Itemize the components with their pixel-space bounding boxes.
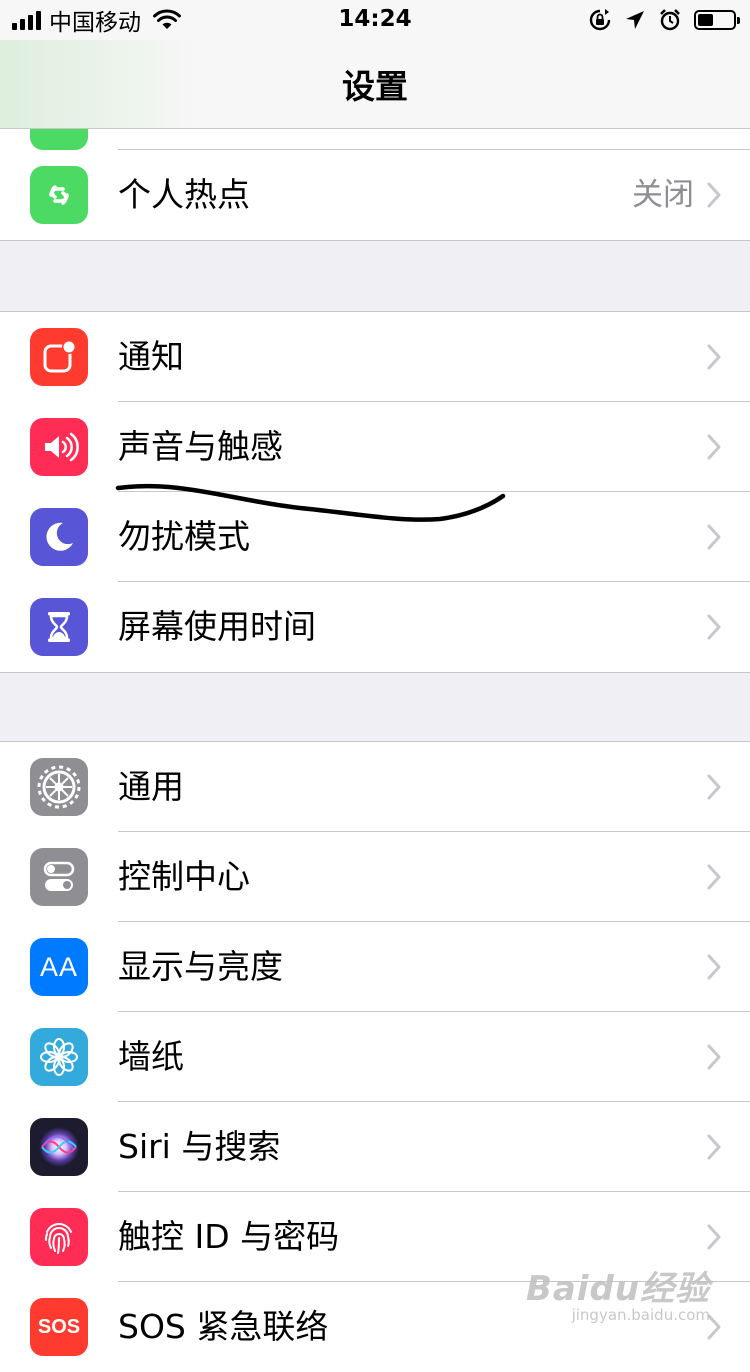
- alarm-icon: [660, 9, 680, 31]
- settings-row-label: 墙纸: [118, 1037, 184, 1076]
- settings-row-label: 通用: [118, 767, 184, 806]
- settings-row-screen-time[interactable]: 屏幕使用时间: [0, 581, 750, 672]
- settings-row-label: Siri 与搜索: [118, 1127, 281, 1166]
- settings-row-value: 关闭: [632, 177, 694, 213]
- settings-row-general[interactable]: 通用: [0, 742, 750, 832]
- settings-row-siri-search[interactable]: Siri 与搜索: [0, 1101, 750, 1192]
- chevron-right-icon: [707, 774, 721, 800]
- sound-icon: [30, 418, 88, 476]
- chevron-right-icon: [707, 344, 721, 370]
- settings-row-control-center[interactable]: 控制中心: [0, 831, 750, 922]
- settings-row-display-brightness[interactable]: AA 显示与亮度: [0, 921, 750, 1012]
- settings-group-notifications: 通知 声音与触感 勿扰模式 屏幕使用时间: [0, 311, 750, 673]
- chevron-right-icon: [707, 1134, 721, 1160]
- settings-row-label: 屏幕使用时间: [118, 607, 316, 646]
- chevron-right-icon: [707, 434, 721, 460]
- location-icon: [626, 11, 644, 29]
- toggle-icon: [30, 848, 88, 906]
- settings-row-label: 个人热点: [118, 175, 250, 214]
- hourglass-icon: [30, 598, 88, 656]
- chevron-right-icon: [707, 524, 721, 550]
- settings-row-label: 触控 ID 与密码: [118, 1217, 340, 1256]
- settings-row-label: 勿扰模式: [118, 517, 250, 556]
- chevron-right-icon: [707, 182, 721, 208]
- settings-row-wallpaper[interactable]: 墙纸: [0, 1011, 750, 1102]
- chevron-right-icon: [707, 614, 721, 640]
- gear-icon: [30, 758, 88, 816]
- text-size-glyph: AA: [39, 951, 79, 982]
- chevron-right-icon: [707, 954, 721, 980]
- settings-row-sounds-haptics[interactable]: 声音与触感: [0, 401, 750, 492]
- notification-icon: [30, 328, 88, 386]
- flower-icon: [30, 1028, 88, 1086]
- sos-glyph: SOS: [37, 1315, 81, 1338]
- page-title: 设置: [342, 67, 408, 106]
- nav-bar: 设置: [0, 40, 750, 129]
- settings-row-do-not-disturb[interactable]: 勿扰模式: [0, 491, 750, 582]
- chevron-right-icon: [707, 1044, 721, 1070]
- sos-icon: SOS: [30, 1298, 88, 1356]
- settings-row-personal-hotspot[interactable]: 个人热点 关闭: [0, 150, 750, 240]
- moon-icon: [30, 508, 88, 566]
- text-size-icon: AA: [30, 938, 88, 996]
- settings-group-connectivity: 个人热点 关闭: [0, 150, 750, 241]
- list-item-partial[interactable]: [0, 128, 750, 150]
- watermark-logo: Baidu经验: [525, 1269, 710, 1309]
- siri-icon: [30, 1118, 88, 1176]
- battery-icon: [694, 10, 740, 30]
- status-bar: 中国移动 14:24: [0, 0, 750, 40]
- chevron-right-icon: [707, 864, 721, 890]
- fingerprint-icon: [30, 1208, 88, 1266]
- settings-row-label: 通知: [118, 337, 184, 376]
- settings-row-notifications[interactable]: 通知: [0, 312, 750, 402]
- chevron-right-icon: [707, 1224, 721, 1250]
- settings-row-label: 控制中心: [118, 857, 250, 896]
- watermark: Baidu经验 jingyan.baidu.com: [526, 1261, 710, 1324]
- cellular-icon: [30, 128, 88, 150]
- settings-row-label: 声音与触感: [118, 427, 283, 466]
- settings-row-label: SOS 紧急联络: [118, 1307, 329, 1346]
- settings-row-label: 显示与亮度: [118, 947, 283, 986]
- rotation-lock-icon: [589, 9, 611, 31]
- hotspot-icon: [30, 166, 88, 224]
